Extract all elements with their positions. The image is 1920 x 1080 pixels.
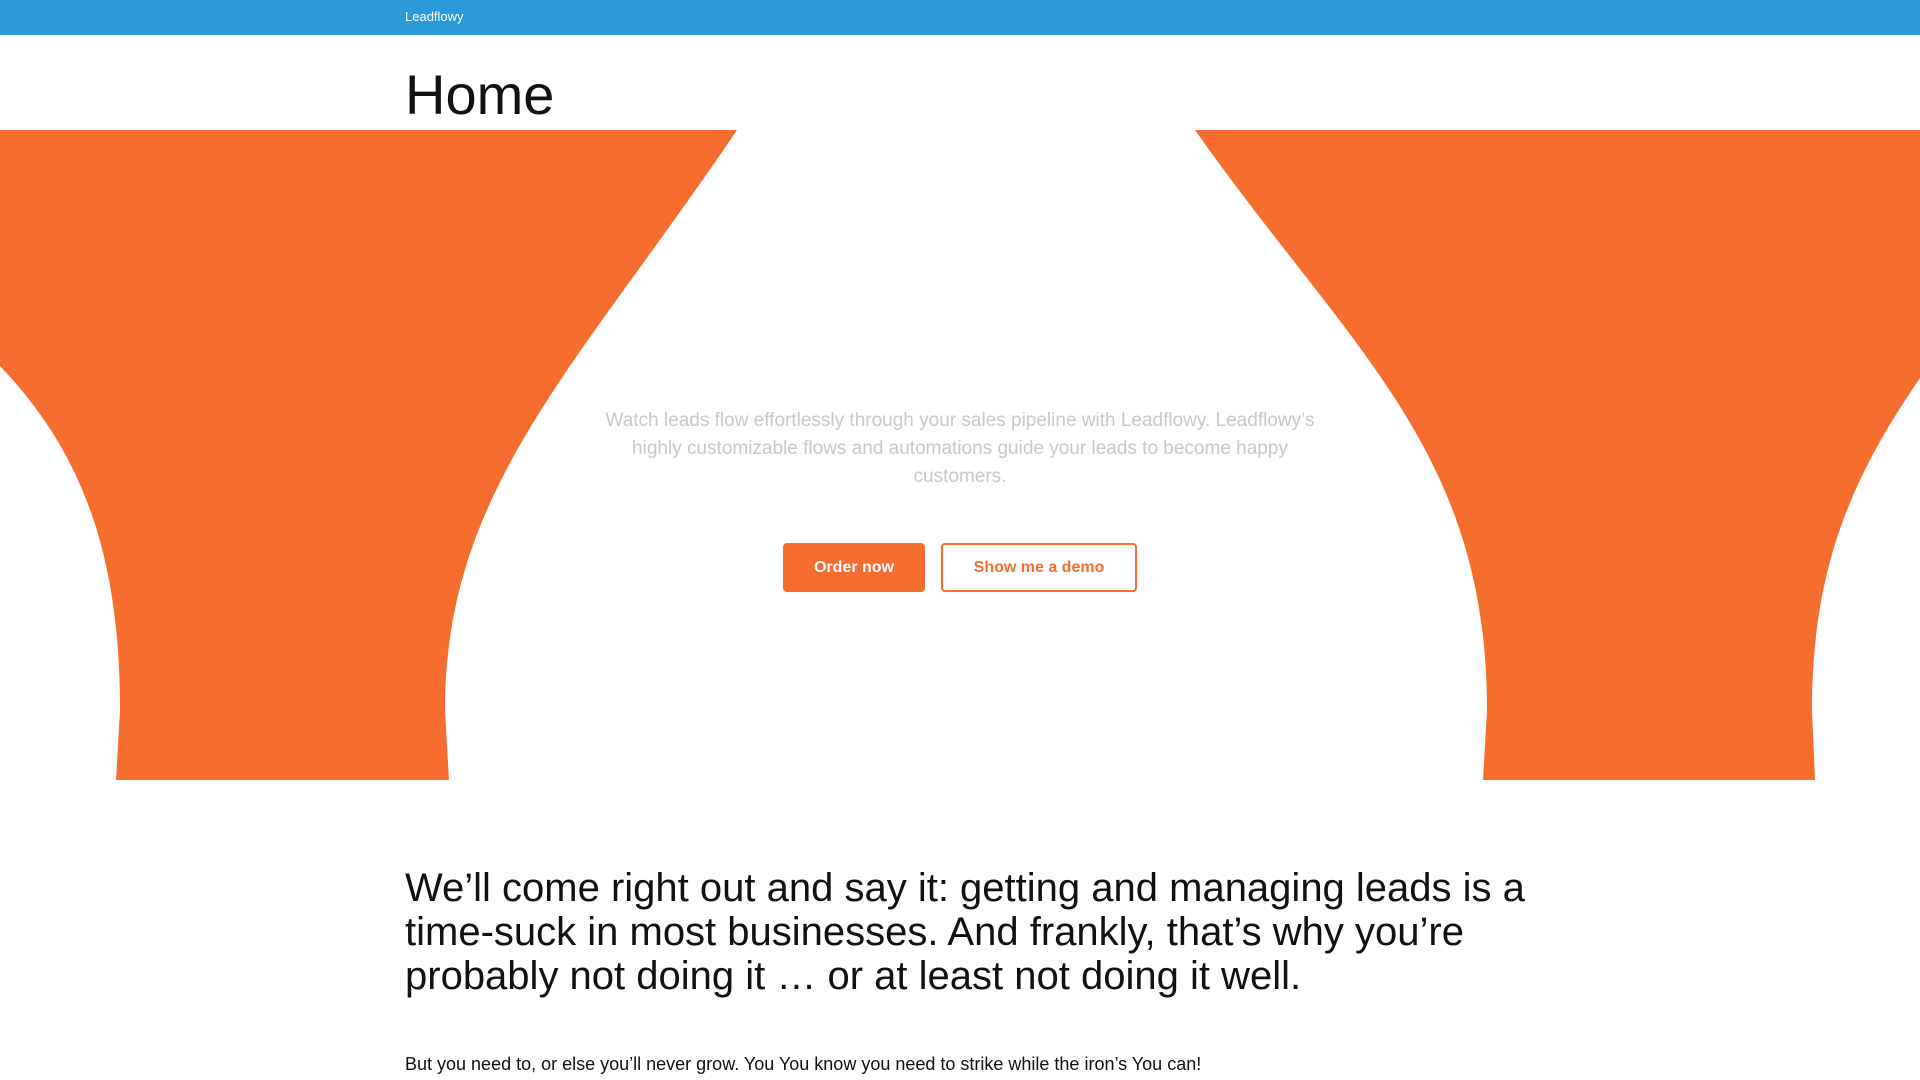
- section-body-text: But you need to, or else you’ll never gr…: [405, 1054, 1202, 1074]
- page-title: Home: [405, 63, 555, 126]
- order-now-button[interactable]: Order now: [783, 543, 925, 592]
- show-demo-button[interactable]: Show me a demo: [941, 543, 1137, 592]
- brand-name[interactable]: Leadflowy: [405, 9, 464, 24]
- section-headline: We’ll come right out and say it: getting…: [405, 866, 1525, 998]
- top-bar: Leadflowy: [0, 0, 1920, 35]
- hero-description: Watch leads flow effortlessly through yo…: [605, 410, 1315, 487]
